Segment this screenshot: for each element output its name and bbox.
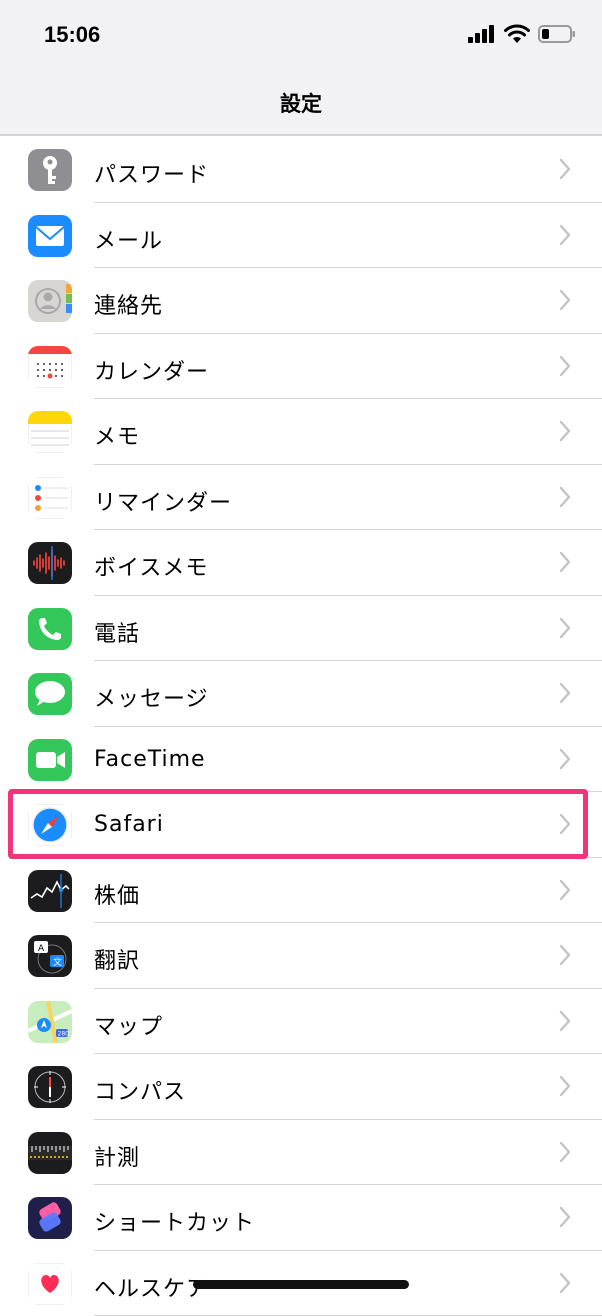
row-label: 電話 <box>94 616 140 648</box>
settings-row-calendar[interactable]: カレンダー <box>0 334 602 400</box>
settings-row-facetime[interactable]: FaceTime <box>0 727 602 793</box>
highlight-box <box>8 789 588 859</box>
chevron-right-icon <box>558 157 572 181</box>
chevron-right-icon <box>558 1205 572 1229</box>
messages-icon <box>28 673 72 715</box>
row-label: メッセージ <box>94 681 209 713</box>
settings-row-messages[interactable]: メッセージ <box>0 661 602 727</box>
row-label: マップ <box>94 1009 163 1041</box>
phone-icon <box>28 608 72 650</box>
chevron-right-icon <box>558 354 572 378</box>
settings-row-compass[interactable]: コンパス <box>0 1054 602 1120</box>
translate-icon: A文 <box>28 935 72 977</box>
facetime-icon <box>28 739 72 781</box>
settings-row-stocks[interactable]: 株価 <box>0 858 602 924</box>
chevron-right-icon <box>558 1074 572 1098</box>
chevron-right-icon <box>558 681 572 705</box>
chevron-right-icon <box>558 878 572 902</box>
settings-row-mail[interactable]: メール <box>0 203 602 269</box>
calendar-icon <box>28 346 72 388</box>
row-label: ショートカット <box>94 1205 255 1237</box>
contacts-icon <box>28 280 72 322</box>
measure-icon <box>28 1132 72 1174</box>
settings-list: パスワードメール連絡先カレンダーメモリマインダーボイスメモ電話メッセージ Face… <box>0 137 602 1316</box>
health-icon <box>28 1263 72 1305</box>
chevron-right-icon <box>558 419 572 443</box>
notes-icon <box>28 411 72 453</box>
settings-row-maps[interactable]: 280 マップ <box>0 989 602 1055</box>
chevron-right-icon <box>558 943 572 967</box>
page-title: 設定 <box>0 88 602 118</box>
svg-text:A: A <box>38 944 45 954</box>
chevron-right-icon <box>558 288 572 312</box>
row-label: メモ <box>94 419 140 451</box>
nav-bar: 設定 <box>0 70 602 136</box>
status-bar: 15:06 <box>0 0 602 70</box>
row-label: ボイスメモ <box>94 550 208 582</box>
maps-icon: 280 <box>28 1001 72 1043</box>
svg-text:文: 文 <box>53 956 62 968</box>
settings-row-translate[interactable]: A文翻訳 <box>0 923 602 989</box>
settings-row-measure[interactable]: 計測 <box>0 1120 602 1186</box>
row-label: パスワード <box>94 157 209 189</box>
settings-row-key[interactable]: パスワード <box>0 137 602 203</box>
settings-row-contacts[interactable]: 連絡先 <box>0 268 602 334</box>
chevron-right-icon <box>558 1009 572 1033</box>
compass-icon <box>28 1066 72 1108</box>
chevron-right-icon <box>558 747 572 771</box>
row-label: 計測 <box>94 1140 140 1172</box>
row-label: 翻訳 <box>94 943 140 975</box>
row-label: メール <box>94 223 163 255</box>
settings-row-phone[interactable]: 電話 <box>0 596 602 662</box>
key-icon <box>28 149 72 191</box>
row-label: 連絡先 <box>94 288 163 320</box>
chevron-right-icon <box>558 1271 572 1295</box>
settings-row-notes[interactable]: メモ <box>0 399 602 465</box>
battery-icon <box>538 24 576 44</box>
row-label: FaceTime <box>94 747 206 772</box>
cellular-signal-icon <box>468 25 496 43</box>
chevron-right-icon <box>558 223 572 247</box>
status-time: 15:06 <box>44 22 100 48</box>
chevron-right-icon <box>558 616 572 640</box>
home-indicator[interactable] <box>193 1280 409 1289</box>
settings-row-reminders[interactable]: リマインダー <box>0 465 602 531</box>
chevron-right-icon <box>558 485 572 509</box>
settings-row-voice-memo[interactable]: ボイスメモ <box>0 530 602 596</box>
reminders-icon <box>28 477 72 519</box>
row-label: ヘルスケア <box>94 1271 209 1303</box>
settings-row-shortcuts[interactable]: ショートカット <box>0 1185 602 1251</box>
voice-memo-icon <box>28 542 72 584</box>
row-label: カレンダー <box>94 354 209 386</box>
svg-text:280: 280 <box>58 1030 70 1037</box>
row-label: リマインダー <box>94 485 232 517</box>
mail-icon <box>28 215 72 257</box>
status-icons <box>468 24 576 44</box>
wifi-icon <box>504 24 530 44</box>
shortcuts-icon <box>28 1197 72 1239</box>
row-label: 株価 <box>94 878 140 910</box>
row-label: コンパス <box>94 1074 186 1106</box>
chevron-right-icon <box>558 1140 572 1164</box>
chevron-right-icon <box>558 550 572 574</box>
stocks-icon <box>28 870 72 912</box>
